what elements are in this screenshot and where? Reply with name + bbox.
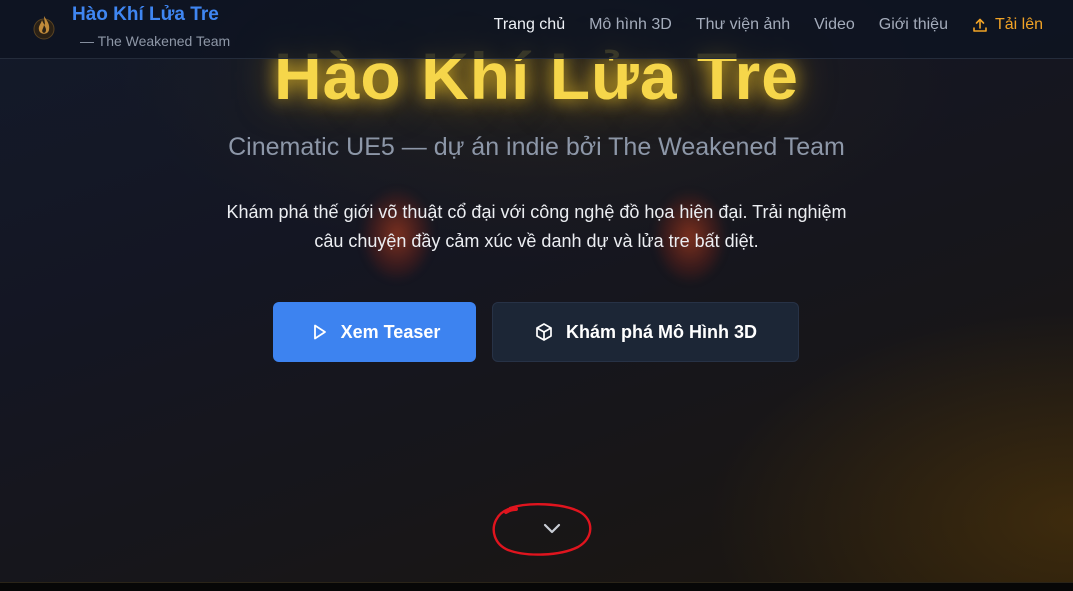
upload-icon — [973, 18, 987, 32]
nav-links: Trang chủ Mô hình 3D Thư viện ảnh Video … — [494, 16, 1043, 34]
explore-3d-model-label: Khám phá Mô Hình 3D — [565, 321, 757, 342]
bottom-strip — [0, 582, 1073, 591]
flame-icon[interactable] — [33, 12, 55, 42]
nav-link-video[interactable]: Video — [814, 16, 855, 34]
nav-link-about[interactable]: Giới thiệu — [879, 16, 948, 34]
explore-3d-model-button[interactable]: Khám phá Mô Hình 3D — [492, 302, 799, 362]
chevron-down-icon[interactable] — [540, 516, 564, 540]
page: Hào Khí Lửa Tre — The Weakened Team Tran… — [0, 0, 1073, 591]
cube-icon — [536, 323, 552, 341]
play-icon — [313, 324, 326, 340]
upload-label: Tải lên — [994, 16, 1043, 33]
upload-button[interactable]: Tải lên — [972, 16, 1043, 34]
brand-title[interactable]: Hào Khí Lửa Tre — [72, 4, 219, 26]
watch-teaser-label: Xem Teaser — [340, 321, 441, 342]
nav-link-3d-models[interactable]: Mô hình 3D — [589, 16, 672, 34]
watch-teaser-button[interactable]: Xem Teaser — [273, 302, 476, 362]
nav-link-gallery[interactable]: Thư viện ảnh — [696, 16, 790, 34]
hero-subtitle: Cinematic UE5 — dự án indie bởi The Weak… — [228, 133, 845, 161]
brand-subtitle: — The Weakened Team — [80, 33, 231, 49]
navbar: Hào Khí Lửa Tre — The Weakened Team Tran… — [0, 0, 1073, 59]
nav-link-home[interactable]: Trang chủ — [494, 16, 565, 34]
hero-description: Khám phá thế giới võ thuật cổ đại với cô… — [226, 202, 847, 251]
